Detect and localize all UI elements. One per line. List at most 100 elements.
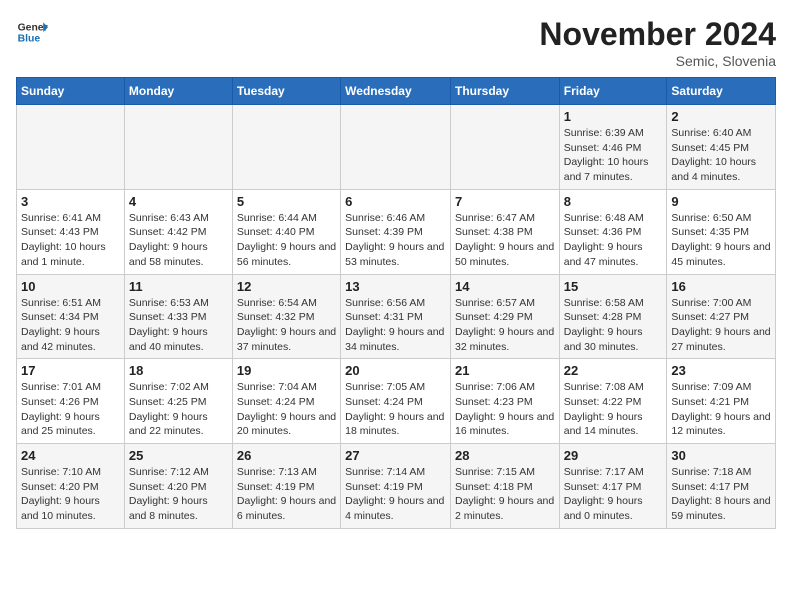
- day-number: 14: [455, 279, 555, 294]
- day-number: 27: [345, 448, 446, 463]
- day-number: 2: [671, 109, 771, 124]
- month-title: November 2024: [539, 16, 776, 53]
- day-info: Sunrise: 6:47 AMSunset: 4:38 PMDaylight:…: [455, 211, 555, 270]
- day-info: Sunrise: 6:54 AMSunset: 4:32 PMDaylight:…: [237, 296, 336, 355]
- day-info: Sunrise: 6:51 AMSunset: 4:34 PMDaylight:…: [21, 296, 120, 355]
- col-header-thursday: Thursday: [450, 78, 559, 105]
- day-number: 24: [21, 448, 120, 463]
- day-number: 13: [345, 279, 446, 294]
- col-header-sunday: Sunday: [17, 78, 125, 105]
- week-row-1: 1 Sunrise: 6:39 AMSunset: 4:46 PMDaylight…: [17, 105, 776, 190]
- day-info: Sunrise: 7:09 AMSunset: 4:21 PMDaylight:…: [671, 380, 771, 439]
- day-info: Sunrise: 7:18 AMSunset: 4:17 PMDaylight:…: [671, 465, 771, 524]
- header-row: SundayMondayTuesdayWednesdayThursdayFrid…: [17, 78, 776, 105]
- day-cell: [450, 105, 559, 190]
- day-info: Sunrise: 6:57 AMSunset: 4:29 PMDaylight:…: [455, 296, 555, 355]
- day-cell: 27Sunrise: 7:14 AMSunset: 4:19 PMDayligh…: [341, 444, 451, 529]
- day-number: 16: [671, 279, 771, 294]
- day-info: Sunrise: 7:00 AMSunset: 4:27 PMDaylight:…: [671, 296, 771, 355]
- day-info: Sunrise: 6:41 AMSunset: 4:43 PMDaylight:…: [21, 211, 120, 270]
- day-info: Sunrise: 6:46 AMSunset: 4:39 PMDaylight:…: [345, 211, 446, 270]
- day-number: 7: [455, 194, 555, 209]
- day-cell: 24 Sunrise: 7:10 AMSunset: 4:20 PMDayligh…: [17, 444, 125, 529]
- svg-text:Blue: Blue: [18, 34, 41, 45]
- day-cell: 21 Sunrise: 7:06 AMSunset: 4:23 PMDayligh…: [450, 359, 559, 444]
- day-info: Sunrise: 6:43 AMSunset: 4:42 PMDaylight:…: [129, 211, 228, 270]
- day-cell: 19Sunrise: 7:04 AMSunset: 4:24 PMDayligh…: [232, 359, 340, 444]
- day-info: Sunrise: 6:50 AMSunset: 4:35 PMDaylight:…: [671, 211, 771, 270]
- day-cell: 13 Sunrise: 6:56 AMSunset: 4:31 PMDayligh…: [341, 274, 451, 359]
- day-info: Sunrise: 7:01 AMSunset: 4:26 PMDaylight:…: [21, 380, 120, 439]
- day-cell: [232, 105, 340, 190]
- day-number: 22: [564, 363, 663, 378]
- day-number: 6: [345, 194, 446, 209]
- day-number: 28: [455, 448, 555, 463]
- col-header-saturday: Saturday: [667, 78, 776, 105]
- day-info: Sunrise: 7:13 AMSunset: 4:19 PMDaylight:…: [237, 465, 336, 524]
- day-number: 21: [455, 363, 555, 378]
- day-cell: 8 Sunrise: 6:48 AMSunset: 4:36 PMDaylight…: [559, 189, 667, 274]
- day-number: 8: [564, 194, 663, 209]
- col-header-wednesday: Wednesday: [341, 78, 451, 105]
- day-info: Sunrise: 6:58 AMSunset: 4:28 PMDaylight:…: [564, 296, 663, 355]
- day-info: Sunrise: 7:06 AMSunset: 4:23 PMDaylight:…: [455, 380, 555, 439]
- day-cell: 26 Sunrise: 7:13 AMSunset: 4:19 PMDayligh…: [232, 444, 340, 529]
- day-cell: 2 Sunrise: 6:40 AMSunset: 4:45 PMDaylight…: [667, 105, 776, 190]
- day-cell: 17 Sunrise: 7:01 AMSunset: 4:26 PMDayligh…: [17, 359, 125, 444]
- day-cell: 10 Sunrise: 6:51 AMSunset: 4:34 PMDayligh…: [17, 274, 125, 359]
- day-number: 19: [237, 363, 336, 378]
- day-number: 10: [21, 279, 120, 294]
- day-info: Sunrise: 6:39 AMSunset: 4:46 PMDaylight:…: [564, 126, 663, 185]
- col-header-friday: Friday: [559, 78, 667, 105]
- day-number: 30: [671, 448, 771, 463]
- day-cell: 11 Sunrise: 6:53 AMSunset: 4:33 PMDayligh…: [124, 274, 232, 359]
- day-cell: 29 Sunrise: 7:17 AMSunset: 4:17 PMDayligh…: [559, 444, 667, 529]
- day-cell: 18 Sunrise: 7:02 AMSunset: 4:25 PMDayligh…: [124, 359, 232, 444]
- day-cell: 3 Sunrise: 6:41 AMSunset: 4:43 PMDaylight…: [17, 189, 125, 274]
- col-header-tuesday: Tuesday: [232, 78, 340, 105]
- day-info: Sunrise: 7:02 AMSunset: 4:25 PMDaylight:…: [129, 380, 228, 439]
- day-cell: [124, 105, 232, 190]
- day-number: 18: [129, 363, 228, 378]
- day-cell: 16 Sunrise: 7:00 AMSunset: 4:27 PMDayligh…: [667, 274, 776, 359]
- day-number: 26: [237, 448, 336, 463]
- day-cell: 12 Sunrise: 6:54 AMSunset: 4:32 PMDayligh…: [232, 274, 340, 359]
- day-number: 17: [21, 363, 120, 378]
- day-cell: 7 Sunrise: 6:47 AMSunset: 4:38 PMDaylight…: [450, 189, 559, 274]
- day-info: Sunrise: 6:40 AMSunset: 4:45 PMDaylight:…: [671, 126, 771, 185]
- day-number: 11: [129, 279, 228, 294]
- day-info: Sunrise: 7:10 AMSunset: 4:20 PMDaylight:…: [21, 465, 120, 524]
- logo: General Blue: [16, 16, 48, 48]
- day-info: Sunrise: 6:53 AMSunset: 4:33 PMDaylight:…: [129, 296, 228, 355]
- day-cell: [341, 105, 451, 190]
- day-info: Sunrise: 6:44 AMSunset: 4:40 PMDaylight:…: [237, 211, 336, 270]
- week-row-5: 24 Sunrise: 7:10 AMSunset: 4:20 PMDayligh…: [17, 444, 776, 529]
- day-number: 25: [129, 448, 228, 463]
- week-row-3: 10 Sunrise: 6:51 AMSunset: 4:34 PMDayligh…: [17, 274, 776, 359]
- day-number: 12: [237, 279, 336, 294]
- day-info: Sunrise: 6:56 AMSunset: 4:31 PMDaylight:…: [345, 296, 446, 355]
- day-cell: 14 Sunrise: 6:57 AMSunset: 4:29 PMDayligh…: [450, 274, 559, 359]
- day-number: 23: [671, 363, 771, 378]
- title-block: November 2024 Semic, Slovenia: [539, 16, 776, 69]
- day-cell: 6 Sunrise: 6:46 AMSunset: 4:39 PMDaylight…: [341, 189, 451, 274]
- day-number: 3: [21, 194, 120, 209]
- day-cell: 4Sunrise: 6:43 AMSunset: 4:42 PMDaylight…: [124, 189, 232, 274]
- day-cell: 25 Sunrise: 7:12 AMSunset: 4:20 PMDayligh…: [124, 444, 232, 529]
- day-cell: [17, 105, 125, 190]
- day-number: 1: [564, 109, 663, 124]
- day-number: 9: [671, 194, 771, 209]
- location: Semic, Slovenia: [539, 53, 776, 69]
- day-cell: 1 Sunrise: 6:39 AMSunset: 4:46 PMDaylight…: [559, 105, 667, 190]
- day-cell: 9 Sunrise: 6:50 AMSunset: 4:35 PMDaylight…: [667, 189, 776, 274]
- day-info: Sunrise: 6:48 AMSunset: 4:36 PMDaylight:…: [564, 211, 663, 270]
- day-number: 29: [564, 448, 663, 463]
- day-info: Sunrise: 7:17 AMSunset: 4:17 PMDaylight:…: [564, 465, 663, 524]
- logo-icon: General Blue: [16, 16, 48, 48]
- day-info: Sunrise: 7:12 AMSunset: 4:20 PMDaylight:…: [129, 465, 228, 524]
- day-cell: 30 Sunrise: 7:18 AMSunset: 4:17 PMDayligh…: [667, 444, 776, 529]
- calendar-table: SundayMondayTuesdayWednesdayThursdayFrid…: [16, 77, 776, 529]
- day-cell: 5Sunrise: 6:44 AMSunset: 4:40 PMDaylight…: [232, 189, 340, 274]
- day-cell: 15Sunrise: 6:58 AMSunset: 4:28 PMDayligh…: [559, 274, 667, 359]
- week-row-2: 3 Sunrise: 6:41 AMSunset: 4:43 PMDaylight…: [17, 189, 776, 274]
